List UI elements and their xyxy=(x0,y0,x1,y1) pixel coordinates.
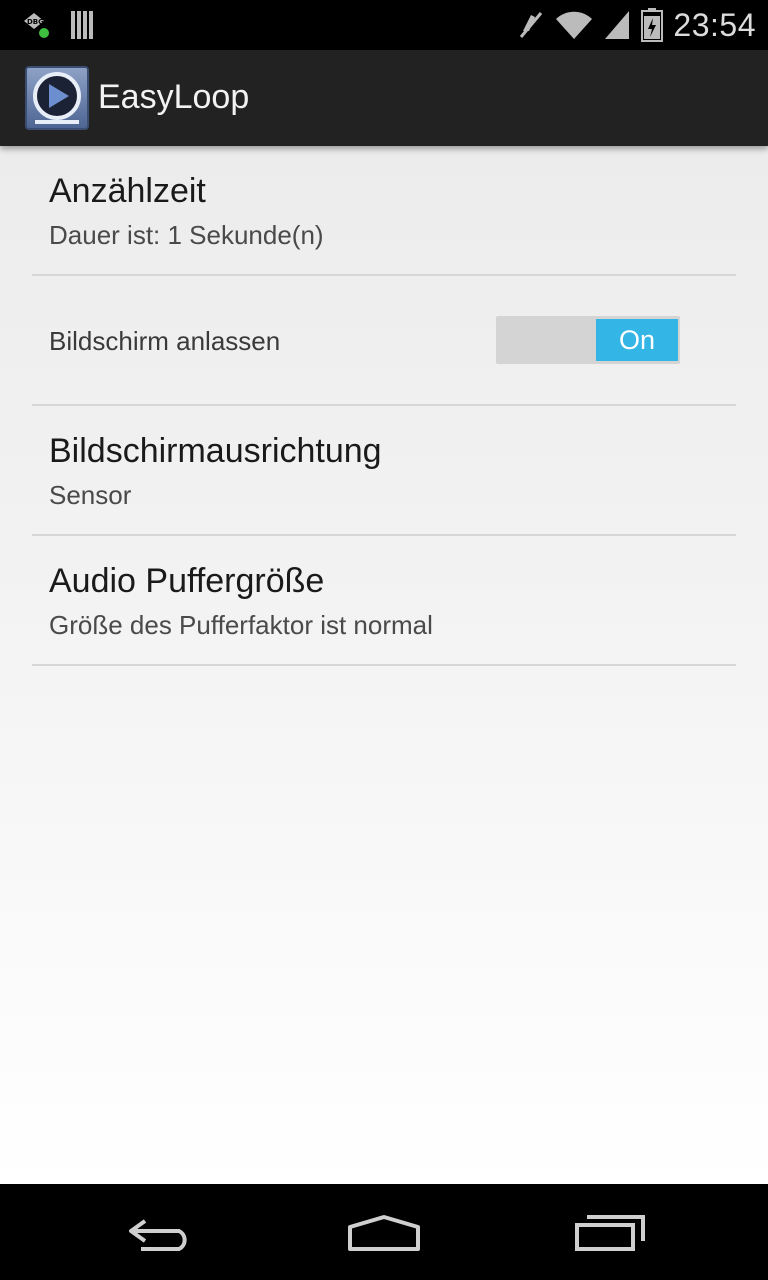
pref-title: Audio Puffergröße xyxy=(49,562,325,600)
action-bar: EasyLoop xyxy=(0,50,768,146)
debug-notification-icon: DBG xyxy=(20,9,52,41)
status-bar: DBG 23:54 xyxy=(0,0,768,50)
pref-summary: Sensor xyxy=(49,480,132,510)
pref-count-in-time[interactable]: Anzählzeit Dauer ist: 1 Sekunde(n) xyxy=(32,146,736,276)
battery-icon xyxy=(641,8,664,42)
svg-text:DBG: DBG xyxy=(27,18,44,26)
barcode-icon xyxy=(70,10,96,40)
muted-icon xyxy=(517,9,545,41)
app-title: EasyLoop xyxy=(98,78,250,116)
pref-title: Anzählzeit xyxy=(49,172,206,210)
status-time: 23:54 xyxy=(673,6,756,43)
pref-keep-screen-on[interactable]: Bildschirm anlassen On xyxy=(32,276,736,406)
navigation-bar xyxy=(0,1184,768,1280)
settings-list: Anzählzeit Dauer ist: 1 Sekunde(n) Bilds… xyxy=(0,146,768,1184)
pref-summary: Größe des Pufferfaktor ist normal xyxy=(49,610,433,640)
pref-summary: Dauer ist: 1 Sekunde(n) xyxy=(49,220,324,250)
keep-screen-on-toggle[interactable]: On xyxy=(496,316,680,364)
pref-title: Bildschirmausrichtung xyxy=(49,432,382,470)
signal-icon xyxy=(603,9,631,41)
play-loop-icon[interactable] xyxy=(25,66,89,130)
pref-audio-buffer-size[interactable]: Audio Puffergröße Größe des Pufferfaktor… xyxy=(32,536,736,666)
toggle-thumb: On xyxy=(596,319,678,361)
pref-label: Bildschirm anlassen xyxy=(49,326,281,356)
recent-apps-icon[interactable] xyxy=(565,1208,655,1258)
back-icon[interactable] xyxy=(115,1208,205,1258)
pref-screen-orientation[interactable]: Bildschirmausrichtung Sensor xyxy=(32,406,736,536)
wifi-icon xyxy=(555,9,593,41)
home-icon[interactable] xyxy=(339,1208,429,1258)
